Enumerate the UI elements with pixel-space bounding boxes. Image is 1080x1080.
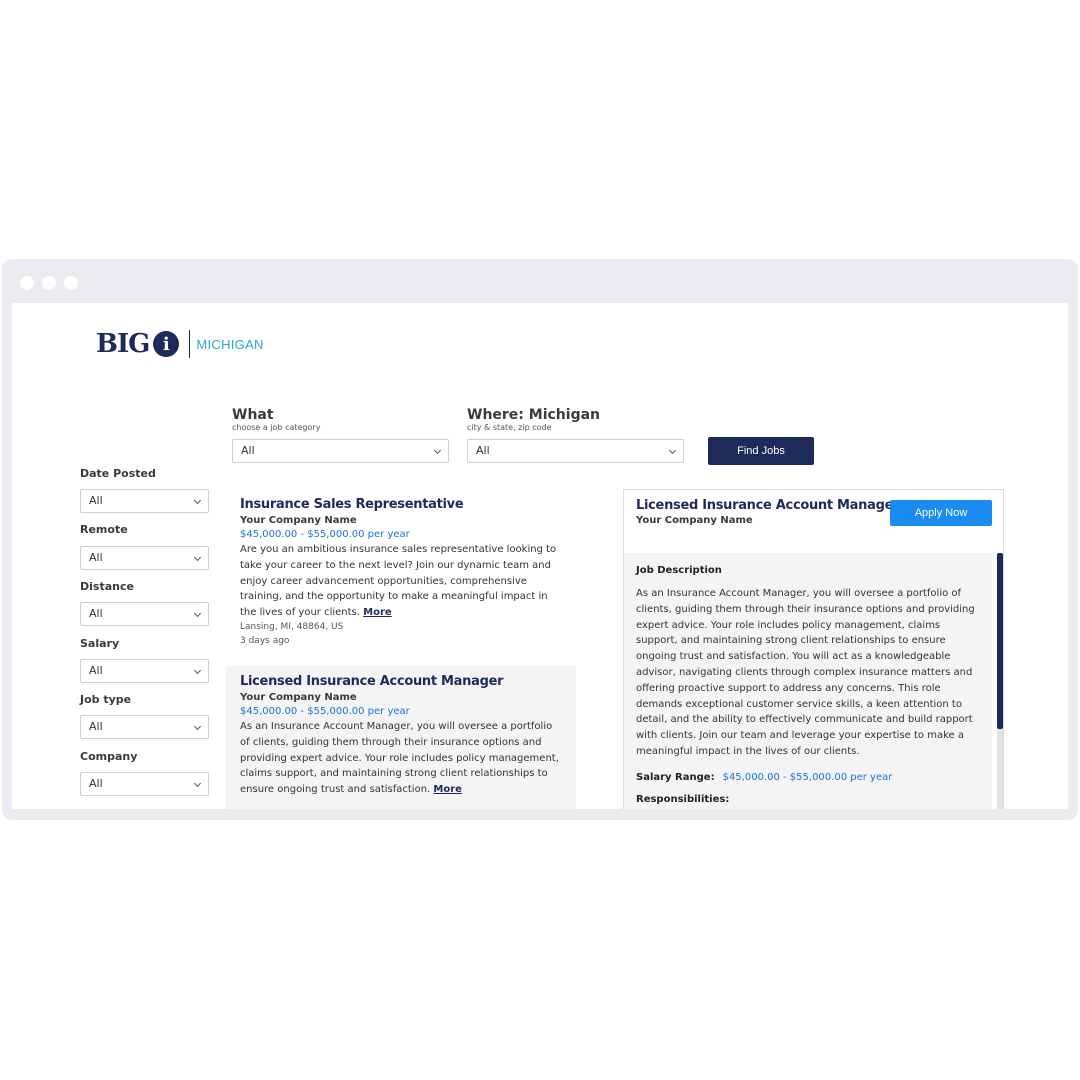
filter-select-value: All — [89, 720, 103, 733]
filter-select-value: All — [89, 494, 103, 507]
job-salary: $45,000.00 - $55,000.00 per year — [240, 706, 410, 717]
job-title[interactable]: Insurance Sales Representative — [240, 497, 562, 512]
what-field-group: What choose a job category — [232, 407, 320, 432]
chevron-down-icon — [433, 446, 442, 455]
page-viewport: BIG i MICHIGAN What choose a job categor… — [12, 303, 1068, 809]
window-dot-maximize[interactable] — [64, 276, 78, 290]
detail-scrollbar-thumb[interactable] — [997, 553, 1003, 729]
job-title[interactable]: Licensed Insurance Account Manager — [240, 674, 562, 689]
chevron-down-icon — [193, 553, 202, 562]
filter-select-value: All — [89, 664, 103, 677]
salary-range-value: $45,000.00 - $55,000.00 per year — [722, 771, 893, 783]
filter-date-posted-select[interactable]: All — [80, 489, 209, 513]
job-description: As an Insurance Account Manager, you wil… — [240, 719, 562, 798]
job-detail-panel: Licensed Insurance Account Manager Your … — [623, 489, 1004, 809]
where-select[interactable]: All — [467, 439, 684, 463]
logo-wordmark: BIG — [96, 329, 150, 359]
job-company: Your Company Name — [240, 692, 357, 703]
where-hint: city & state, zip code — [467, 423, 552, 432]
filter-label-job-type: Job type — [80, 693, 132, 706]
what-select[interactable]: All — [232, 439, 449, 463]
job-more-link[interactable]: More — [433, 784, 462, 795]
logo-state-name: MICHIGAN — [196, 336, 264, 352]
filter-label-date-posted: Date Posted — [80, 467, 156, 480]
filter-distance-select[interactable]: All — [80, 602, 209, 626]
filter-label-company: Company — [80, 750, 138, 763]
filter-label-distance: Distance — [80, 580, 134, 593]
salary-range-row: Salary Range: $45,000.00 - $55,000.00 per… — [636, 772, 980, 783]
filter-select-value: All — [89, 551, 103, 564]
find-jobs-button[interactable]: Find Jobs — [708, 437, 814, 465]
filter-select-value: All — [89, 607, 103, 620]
what-select-value: All — [241, 444, 255, 457]
job-card[interactable]: Insurance Sales Representative Your Comp… — [226, 489, 576, 661]
filter-label-remote: Remote — [80, 523, 128, 536]
brand-logo[interactable]: BIG i MICHIGAN — [96, 329, 264, 359]
job-salary: $45,000.00 - $55,000.00 per year — [240, 529, 410, 540]
where-field-group: Where: Michigan city & state, zip code — [467, 407, 600, 432]
filter-salary-select[interactable]: All — [80, 659, 209, 683]
job-description: Are you an ambitious insurance sales rep… — [240, 542, 562, 621]
job-description-text: Are you an ambitious insurance sales rep… — [240, 544, 557, 619]
chevron-down-icon — [193, 666, 202, 675]
browser-window: BIG i MICHIGAN What choose a job categor… — [2, 259, 1078, 820]
salary-range-label: Salary Range: — [636, 771, 715, 783]
where-label: Where: Michigan — [467, 407, 601, 423]
filter-remote-select[interactable]: All — [80, 546, 209, 570]
chevron-down-icon — [193, 779, 202, 788]
logo-i-mark: i — [153, 331, 180, 357]
job-posted-date: 3 days ago — [240, 635, 290, 646]
job-more-link[interactable]: More — [363, 607, 392, 618]
what-hint: choose a job category — [232, 423, 321, 432]
filter-company-select[interactable]: All — [80, 772, 209, 796]
where-select-value: All — [476, 444, 490, 457]
chevron-down-icon — [193, 609, 202, 618]
window-dot-minimize[interactable] — [42, 276, 56, 290]
chevron-down-icon — [668, 446, 677, 455]
filter-label-salary: Salary — [80, 637, 120, 650]
filter-select-value: All — [89, 777, 103, 790]
responsibilities-heading: Responsibilities: — [636, 793, 730, 805]
chevron-down-icon — [193, 722, 202, 731]
window-dot-close[interactable] — [20, 276, 34, 290]
job-card-selected[interactable]: Licensed Insurance Account Manager Your … — [226, 666, 576, 809]
logo-divider — [189, 330, 191, 358]
job-company: Your Company Name — [240, 515, 357, 526]
what-label: What — [232, 407, 274, 423]
filter-job-type-select[interactable]: All — [80, 715, 209, 739]
apply-now-button[interactable]: Apply Now — [890, 500, 992, 526]
detail-body: Job Description As an Insurance Account … — [624, 553, 992, 809]
detail-job-title: Licensed Insurance Account Manager — [636, 498, 900, 513]
chevron-down-icon — [193, 496, 202, 505]
window-controls — [20, 276, 78, 290]
detail-company: Your Company Name — [636, 515, 753, 526]
job-description-text: As an Insurance Account Manager, you wil… — [636, 588, 975, 757]
job-location: Lansing, MI, 48864, US — [240, 621, 344, 632]
job-description-text: As an Insurance Account Manager, you wil… — [240, 721, 559, 796]
job-description-heading: Job Description — [636, 565, 722, 576]
